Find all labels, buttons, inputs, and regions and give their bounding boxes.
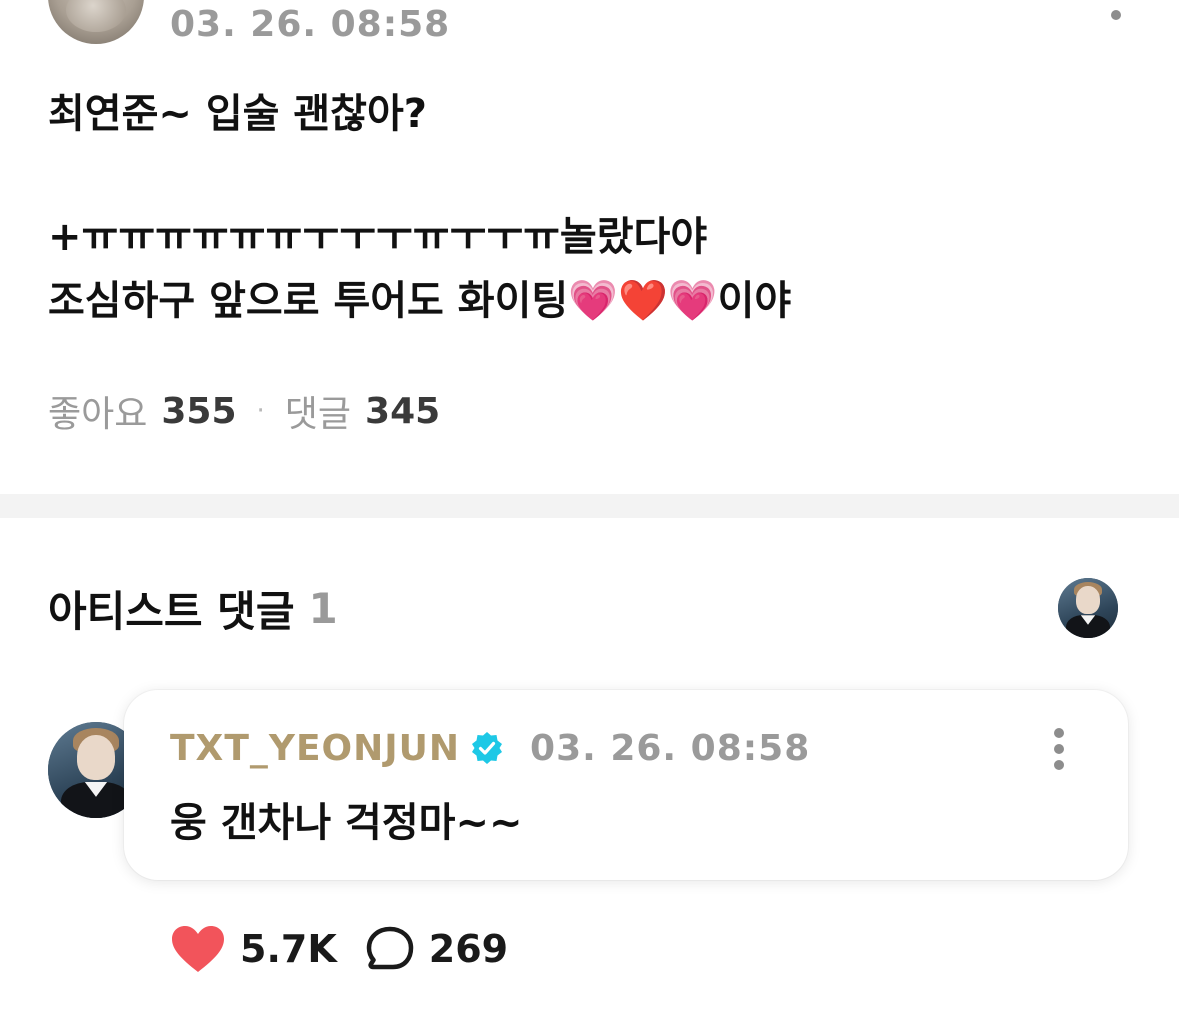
comments-count[interactable]: 345 (365, 391, 440, 432)
post-text-line: 조심하구 앞으로 투어도 화이팅💗❤️💗이야 (48, 278, 792, 324)
artist-comments-heading: 아티스트 댓글 1 (48, 580, 338, 636)
post-more-icon[interactable] (1100, 0, 1132, 30)
comment-text: 웅 갠차나 걱정마~~ (170, 800, 523, 846)
post-timestamp: 03. 26. 08:58 (170, 4, 451, 45)
artist-name[interactable]: TXT_YEONJUN (170, 728, 460, 769)
avatar-image (66, 0, 126, 32)
reply-count: 269 (428, 927, 509, 971)
comment-bubble-icon[interactable] (365, 925, 415, 973)
post-text-line: +ㅠㅠㅠㅠㅠㅠㅜㅜㅜㅠㅜㅜㅠ놀랐다야 (48, 214, 708, 260)
comment-header: TXT_YEONJUN 03. 26. 08:58 (170, 726, 810, 770)
post-detail-page: 03. 26. 08:58 최연준~ 입술 괜찮아? +ㅠㅠㅠㅠㅠㅠㅜㅜㅜㅠㅜㅜ… (0, 0, 1179, 1019)
artist-comment-card[interactable]: TXT_YEONJUN 03. 26. 08:58 웅 갠차나 걱정마~~ (124, 690, 1128, 880)
post-body: 최연준~ 입술 괜찮아? +ㅠㅠㅠㅠㅠㅠㅜㅜㅜㅠㅜㅜㅠ놀랐다야 조심하구 앞으로… (48, 82, 1128, 333)
artist-comments-count: 1 (308, 583, 338, 633)
stats-separator: · (256, 396, 265, 426)
comment-reactions: 5.7K 269 (170, 920, 508, 978)
comment-timestamp: 03. 26. 08:58 (530, 727, 811, 769)
heart-icon[interactable] (170, 924, 226, 974)
like-count: 5.7K (240, 927, 337, 971)
likes-count[interactable]: 355 (161, 391, 236, 432)
comment-more-icon[interactable] (1048, 726, 1070, 770)
verified-badge-icon (472, 732, 503, 764)
artist-filter-avatar[interactable] (1058, 578, 1118, 638)
section-divider (0, 494, 1179, 518)
comments-label[interactable]: 댓글 (285, 385, 351, 437)
artist-comments-title: 아티스트 댓글 (48, 586, 295, 636)
post-text-line: 최연준~ 입술 괜찮아? (48, 91, 427, 137)
post-stats: 좋아요 355 · 댓글 345 (48, 385, 440, 437)
likes-label[interactable]: 좋아요 (48, 385, 147, 437)
post-author-avatar[interactable] (48, 0, 144, 44)
